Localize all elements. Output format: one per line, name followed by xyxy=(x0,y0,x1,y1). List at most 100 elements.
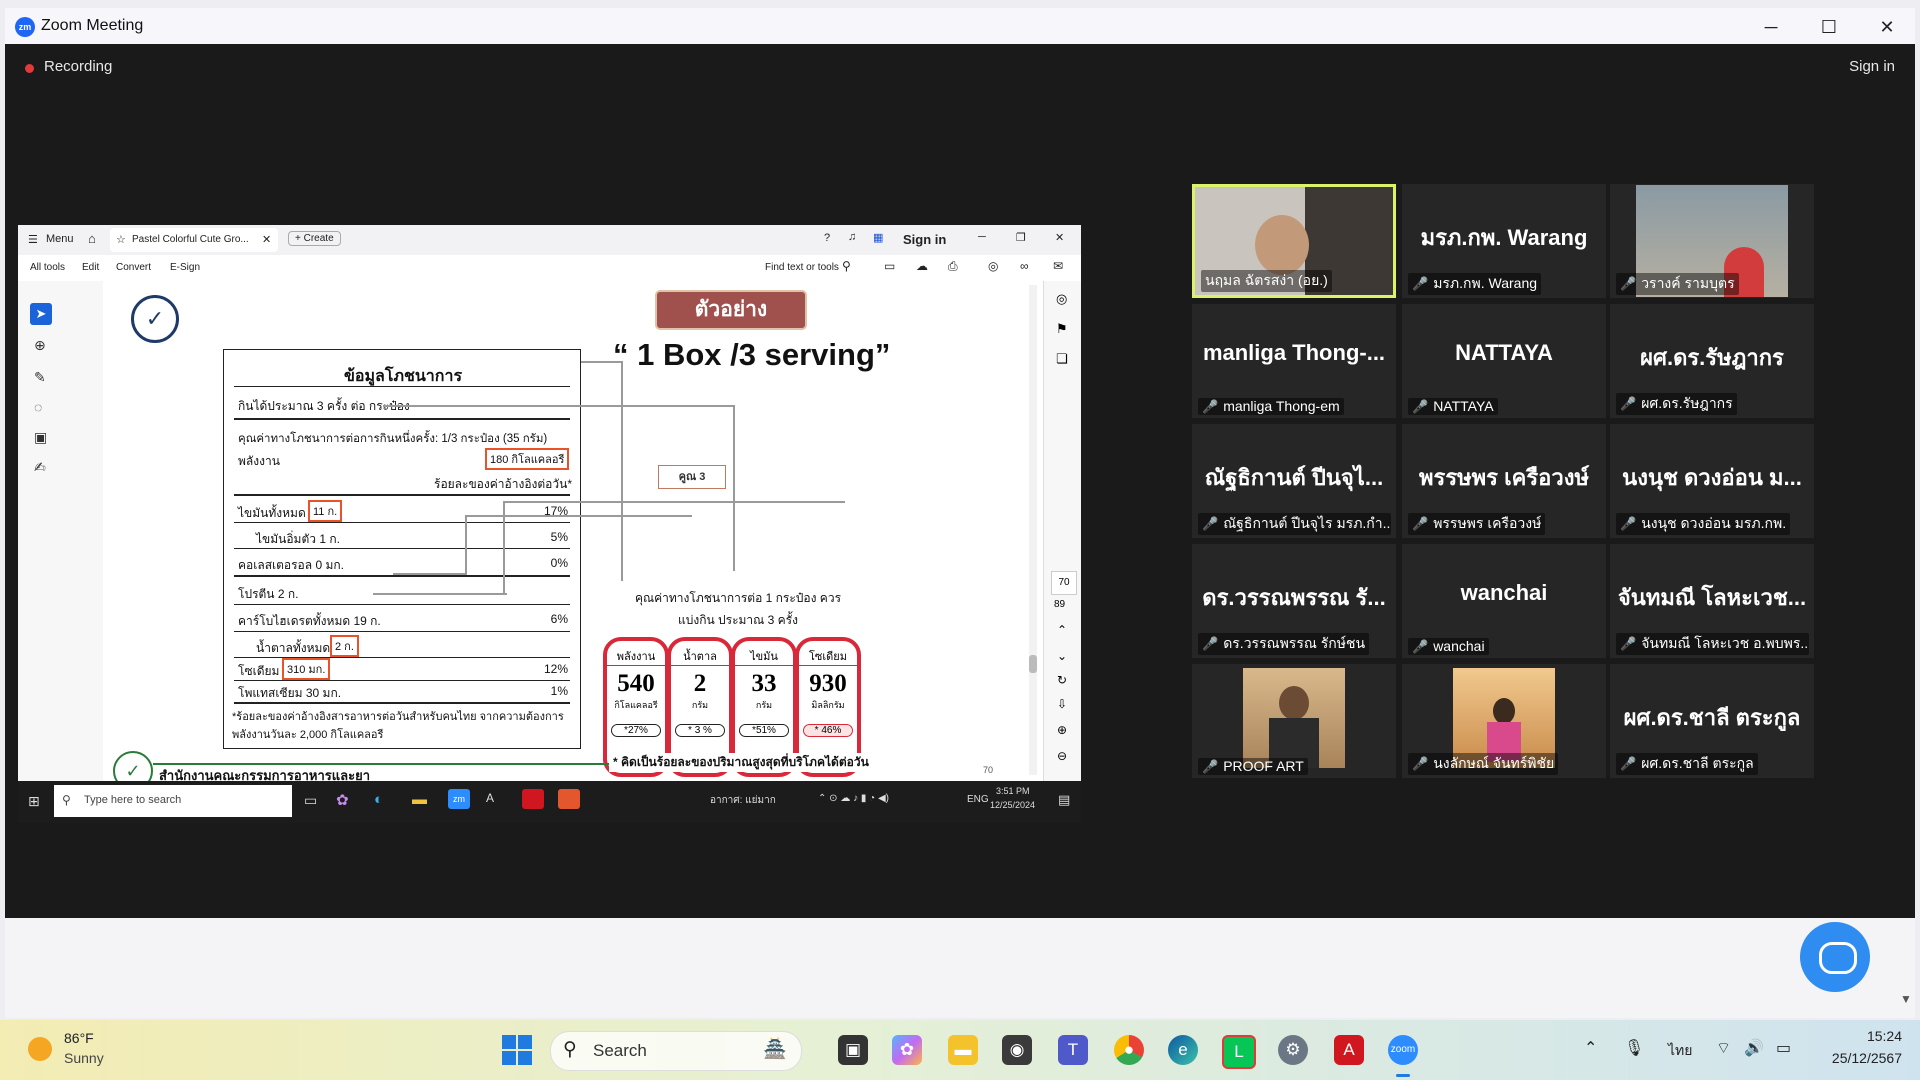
upload-icon[interactable]: ☁ xyxy=(916,259,928,273)
zoom-in-icon[interactable]: ⊕ xyxy=(1057,723,1067,737)
minimize-button[interactable]: ─ xyxy=(1743,10,1799,44)
mail-icon[interactable]: ✉ xyxy=(1053,259,1063,273)
convert-menu[interactable]: Convert xyxy=(116,262,151,273)
save-icon[interactable]: ▭ xyxy=(884,259,895,273)
language-indicator[interactable]: ไทย xyxy=(1668,1040,1692,1062)
participant-tile[interactable]: ดร.วรรณพรรณ รั... 🎤 ดร.วรรณพรรณ รักษ์ชน xyxy=(1192,544,1396,658)
find-tools-input[interactable]: Find text or tools xyxy=(765,262,839,273)
task-view-icon[interactable]: ▭ xyxy=(304,792,317,809)
edit-menu[interactable]: Edit xyxy=(82,262,99,273)
line-app-icon[interactable]: L xyxy=(1222,1035,1256,1069)
doc-scroll-thumb[interactable] xyxy=(1029,655,1037,673)
print-icon[interactable]: ⎙ xyxy=(948,259,958,274)
document-tab[interactable]: ☆ Pastel Colorful Cute Gro... ✕ xyxy=(110,228,278,252)
doc-scrollbar[interactable] xyxy=(1029,285,1037,775)
all-tools-menu[interactable]: All tools xyxy=(30,262,65,273)
export-icon[interactable]: ⇩ xyxy=(1057,697,1067,711)
camera-icon[interactable]: ◉ xyxy=(1002,1035,1032,1065)
participant-tile[interactable]: นงนุช ดวงอ่อน ม... 🎤 นงนุช ดวงอ่อน มรภ.กพ… xyxy=(1610,424,1814,538)
text-select-tool-icon[interactable]: ▣ xyxy=(34,429,47,446)
participant-tile[interactable]: wanchai 🎤 wanchai xyxy=(1402,544,1606,658)
wifi-icon[interactable]: ⌔ xyxy=(1716,1038,1731,1058)
clock-time[interactable]: 15:24 xyxy=(1818,1028,1902,1044)
create-button[interactable]: + Create xyxy=(288,231,341,246)
participant-tile[interactable]: ผศ.ดร.ชาลี ตระกูล 🎤 ผศ.ดร.ชาลี ตระกูล xyxy=(1610,664,1814,778)
acrobat-minimize-button[interactable]: ─ xyxy=(978,231,986,243)
acrobat-close-button[interactable]: ✕ xyxy=(1055,231,1064,244)
copilot-icon[interactable]: ✿ xyxy=(892,1035,922,1065)
clock-date[interactable]: 25/12/2567 xyxy=(1806,1050,1902,1066)
esign-menu[interactable]: E-Sign xyxy=(170,262,200,273)
hamburger-icon[interactable]: ☰ xyxy=(28,233,38,246)
edge-icon[interactable]: e xyxy=(1168,1035,1198,1065)
remote-acrobat-icon[interactable] xyxy=(522,789,544,809)
acrobat-restore-button[interactable]: ❐ xyxy=(1016,231,1026,244)
zoom-tool-icon[interactable]: ⊕ xyxy=(34,337,46,354)
remote-notification-icon[interactable]: ▤ xyxy=(1058,792,1070,808)
share-icon[interactable]: ◎ xyxy=(988,259,998,273)
teams-icon[interactable]: T xyxy=(1058,1035,1088,1065)
close-button[interactable]: ✕ xyxy=(1859,10,1915,44)
lasso-tool-icon[interactable]: ◌ xyxy=(34,399,42,415)
menu-button[interactable]: Menu xyxy=(46,233,74,245)
participant-tile-active[interactable]: นฤมล ฉัตรสง่า (อย.) xyxy=(1192,184,1396,298)
tray-expand-icon[interactable]: ⌃ xyxy=(1584,1038,1597,1058)
participant-tile[interactable]: 🎤 วรางค์ รามบุตร xyxy=(1610,184,1814,298)
star-icon[interactable]: ☆ xyxy=(116,233,126,246)
bookmark-icon[interactable]: ⚑ xyxy=(1056,321,1068,337)
edge-icon[interactable]: ◐ xyxy=(374,791,383,808)
acrobat-sign-in-button[interactable]: Sign in xyxy=(903,232,946,247)
sign-tool-icon[interactable]: ✍ xyxy=(34,459,46,476)
remote-search-box[interactable]: ⚲ Type here to search xyxy=(54,785,292,817)
task-view-icon[interactable]: ▣ xyxy=(838,1035,868,1065)
participant-tile[interactable]: จันทมณี โลหะเวช... 🎤 จันทมณี โลหะเวช อ.พบ… xyxy=(1610,544,1814,658)
bell-icon[interactable]: ♫ xyxy=(848,231,856,243)
participant-tile[interactable]: 🎤 นงลักษณ์ จันทร์พิชัย xyxy=(1402,664,1606,778)
acrobat-icon[interactable]: A xyxy=(1334,1035,1364,1065)
apps-icon[interactable]: ▦ xyxy=(873,231,883,244)
explorer-icon[interactable]: ▬ xyxy=(412,791,427,808)
copilot-icon[interactable]: ✿ xyxy=(336,791,349,809)
link-icon[interactable]: ∞ xyxy=(1020,259,1029,273)
participant-tile[interactable]: 🎤 PROOF ART xyxy=(1192,664,1396,778)
participant-tile[interactable]: ผศ.ดร.รัษฎากร 🎤 ผศ.ดร.รัษฎากร xyxy=(1610,304,1814,418)
help-icon[interactable]: ? xyxy=(824,232,830,244)
prev-page-icon[interactable]: ⌃ xyxy=(1057,623,1067,637)
maximize-button[interactable]: ☐ xyxy=(1801,10,1857,44)
recording-indicator[interactable]: Recording xyxy=(44,58,112,75)
chat-bubble-button[interactable] xyxy=(1800,922,1870,992)
remote-powerpoint-icon[interactable] xyxy=(558,789,580,809)
participant-tile[interactable]: พรรษพร เครือวงษ์ 🎤 พรรษพร เครือวงษ์ xyxy=(1402,424,1606,538)
sign-in-link[interactable]: Sign in xyxy=(1849,58,1895,75)
microphone-icon[interactable]: 🎙 xyxy=(1624,1038,1644,1058)
battery-icon[interactable]: ▭ xyxy=(1776,1038,1791,1058)
remote-tray-icons[interactable]: ⌃ ⊙ ☁ ♪ ▮ ◔ ◀) xyxy=(818,793,889,804)
settings-icon[interactable]: ⚙ xyxy=(1278,1035,1308,1065)
participant-tile[interactable]: ณัฐธิกานต์ ปีนจุไ... 🎤 ณัฐธิกานต์ ปีนจุไร… xyxy=(1192,424,1396,538)
scroll-down-icon[interactable]: ▼ xyxy=(1900,992,1912,1006)
select-tool-icon[interactable]: ➤ xyxy=(30,303,52,325)
rotate-icon[interactable]: ↻ xyxy=(1057,673,1067,687)
volume-icon[interactable]: 🔊 xyxy=(1744,1038,1764,1058)
remote-lang[interactable]: ENG xyxy=(967,794,989,805)
start-button[interactable] xyxy=(502,1035,532,1065)
zoom-app-icon[interactable]: zoom xyxy=(1388,1035,1418,1065)
participant-tile[interactable]: มรภ.กพ. Warang 🎤 มรภ.กพ. Warang xyxy=(1402,184,1606,298)
weather-desc[interactable]: Sunny xyxy=(64,1050,104,1066)
next-page-icon[interactable]: ⌄ xyxy=(1057,649,1067,663)
remote-weather[interactable]: อากาศ: แย่มาก xyxy=(710,793,776,808)
remote-app-icon[interactable]: A xyxy=(486,791,494,805)
remote-start-icon[interactable]: ⊞ xyxy=(28,793,40,810)
comment-icon[interactable]: ◎ xyxy=(1056,291,1067,307)
participant-tile[interactable]: manliga Thong-... 🎤 manliga Thong-em xyxy=(1192,304,1396,418)
chrome-icon[interactable]: ● xyxy=(1114,1035,1144,1065)
page-number-field[interactable]: 70 xyxy=(1051,571,1077,595)
home-icon[interactable]: ⌂ xyxy=(88,231,96,246)
pages-icon[interactable]: ❏ xyxy=(1056,351,1068,367)
participant-tile[interactable]: NATTAYA 🎤 NATTAYA xyxy=(1402,304,1606,418)
zoom-out-icon[interactable]: ⊖ xyxy=(1057,749,1067,763)
taskbar-search[interactable]: ⚲ Search 🏯 xyxy=(550,1031,802,1071)
search-icon[interactable]: ⚲ xyxy=(842,259,851,273)
file-explorer-icon[interactable]: ▬ xyxy=(948,1035,978,1065)
tab-close-icon[interactable]: ✕ xyxy=(262,233,271,246)
